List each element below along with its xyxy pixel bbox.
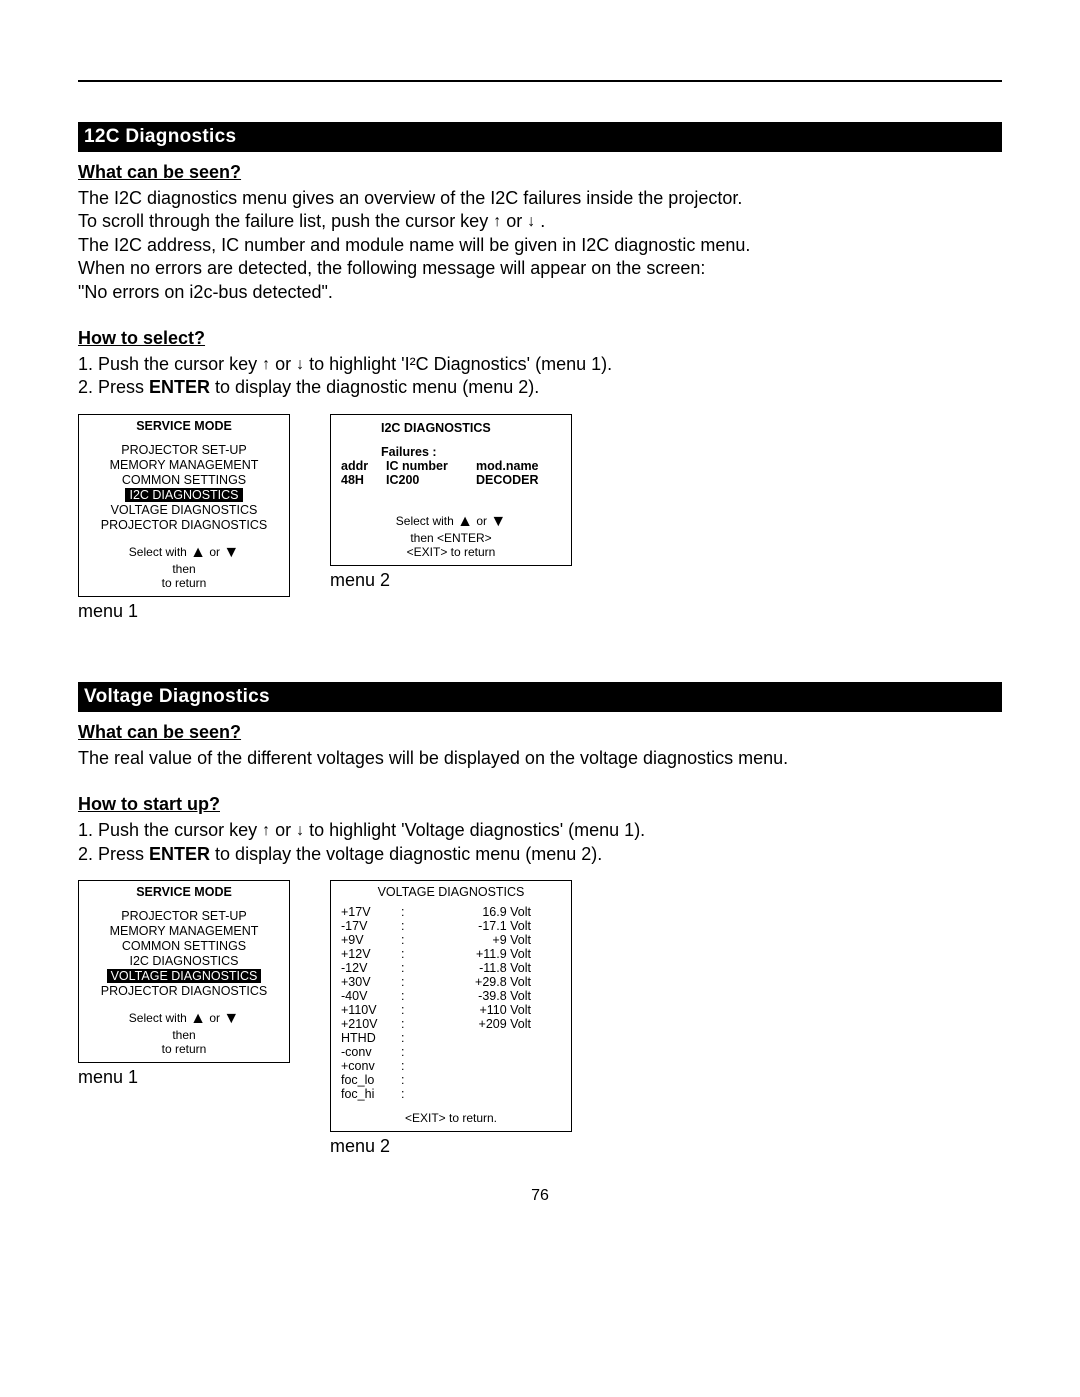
menu-1-box: SERVICE MODE PROJECTOR SET-UPMEMORY MANAG… (78, 414, 290, 597)
sub-heading-what-1: What can be seen? (78, 162, 1002, 183)
table-row: +9V:+9 Volt (341, 933, 561, 947)
table-row: -conv: (341, 1045, 561, 1059)
menu-item: I2C DIAGNOSTICS (79, 954, 289, 968)
text-line: 2. Press ENTER to display the diagnostic… (78, 376, 1002, 399)
arrow-down-icon: ▼ (490, 513, 506, 531)
menu-2-box: VOLTAGE DIAGNOSTICS +17V:16.9 Volt-17V:-… (330, 880, 572, 1132)
menu-item: COMMON SETTINGS (79, 939, 289, 953)
menu-title: SERVICE MODE (79, 885, 289, 899)
text-line: The I2C diagnostics menu gives an overvi… (78, 187, 1002, 210)
menu-item: VOLTAGE DIAGNOSTICS (79, 969, 289, 983)
menu-item: PROJECTOR SET-UP (79, 443, 289, 457)
select-hint: Select with ▲ or ▼ (79, 1010, 289, 1028)
exit-hint: to return (79, 1042, 289, 1056)
menu-title: VOLTAGE DIAGNOSTICS (341, 885, 561, 899)
enter-hint: then (79, 562, 289, 576)
menu-caption: menu 2 (330, 570, 572, 591)
top-rule (78, 80, 1002, 82)
table-row: +conv: (341, 1059, 561, 1073)
arrow-up-icon: ↑ (262, 821, 270, 842)
text-line: To scroll through the failure list, push… (78, 210, 1002, 233)
text-line: When no errors are detected, the followi… (78, 257, 1002, 280)
table-row: +17V:16.9 Volt (341, 905, 561, 919)
table-row: 48HIC200DECODER (341, 473, 561, 487)
sub-heading-how-2: How to start up? (78, 794, 1002, 815)
text-line: 2. Press ENTER to display the voltage di… (78, 843, 1002, 866)
menu-title: SERVICE MODE (79, 419, 289, 433)
menu-item: PROJECTOR DIAGNOSTICS (79, 518, 289, 532)
section-heading-voltage: Voltage Diagnostics (78, 682, 1002, 712)
menu-item: PROJECTOR DIAGNOSTICS (79, 984, 289, 998)
text-line: 1. Push the cursor key ↑ or ↓ to highlig… (78, 819, 1002, 842)
menu-title: I2C DIAGNOSTICS (381, 421, 561, 435)
text-line: "No errors on i2c-bus detected". (78, 281, 1002, 304)
arrow-up-icon: ↑ (493, 212, 501, 233)
menu-caption: menu 2 (330, 1136, 572, 1157)
sub-heading-how-1: How to select? (78, 328, 1002, 349)
table-row: +30V:+29.8 Volt (341, 975, 561, 989)
section-heading-i2c: 12C Diagnostics (78, 122, 1002, 152)
menu-item: VOLTAGE DIAGNOSTICS (79, 503, 289, 517)
text-line: The I2C address, IC number and module na… (78, 234, 1002, 257)
select-hint: Select with ▲ or ▼ (341, 513, 561, 531)
table-row: HTHD: (341, 1031, 561, 1045)
menu-caption: menu 1 (78, 1067, 290, 1088)
enter-hint: then <ENTER> (341, 531, 561, 545)
table-header: addrIC numbermod.name (341, 459, 561, 473)
sub-heading-what-2: What can be seen? (78, 722, 1002, 743)
menu-caption: menu 1 (78, 601, 290, 622)
menu-item: I2C DIAGNOSTICS (79, 488, 289, 502)
select-hint: Select with ▲ or ▼ (79, 544, 289, 562)
exit-hint: to return (79, 576, 289, 590)
menu-item: MEMORY MANAGEMENT (79, 458, 289, 472)
menu-1-box: SERVICE MODE PROJECTOR SET-UPMEMORY MANAG… (78, 880, 290, 1063)
table-row: -17V:-17.1 Volt (341, 919, 561, 933)
arrow-up-icon: ↑ (262, 355, 270, 376)
table-row: foc_lo: (341, 1073, 561, 1087)
failures-label: Failures : (381, 445, 561, 459)
exit-hint: <EXIT> to return (341, 545, 561, 559)
arrow-up-icon: ▲ (457, 513, 473, 531)
text-line: 1. Push the cursor key ↑ or ↓ to highlig… (78, 353, 1002, 376)
arrow-down-icon: ↓ (296, 821, 304, 842)
menu-item: PROJECTOR SET-UP (79, 909, 289, 923)
table-row: +12V:+11.9 Volt (341, 947, 561, 961)
table-row: +210V:+209 Volt (341, 1017, 561, 1031)
menu-item: COMMON SETTINGS (79, 473, 289, 487)
exit-hint: <EXIT> to return. (341, 1111, 561, 1125)
table-row: -12V:-11.8 Volt (341, 961, 561, 975)
arrow-down-icon: ↓ (296, 355, 304, 376)
text-line: The real value of the different voltages… (78, 747, 1002, 770)
menu-2-box: I2C DIAGNOSTICS Failures : addrIC number… (330, 414, 572, 566)
menu-item: MEMORY MANAGEMENT (79, 924, 289, 938)
page-number: 76 (78, 1187, 1002, 1205)
table-row: -40V:-39.8 Volt (341, 989, 561, 1003)
enter-hint: then (79, 1028, 289, 1042)
table-row: foc_hi: (341, 1087, 561, 1101)
table-row: +110V:+110 Volt (341, 1003, 561, 1017)
